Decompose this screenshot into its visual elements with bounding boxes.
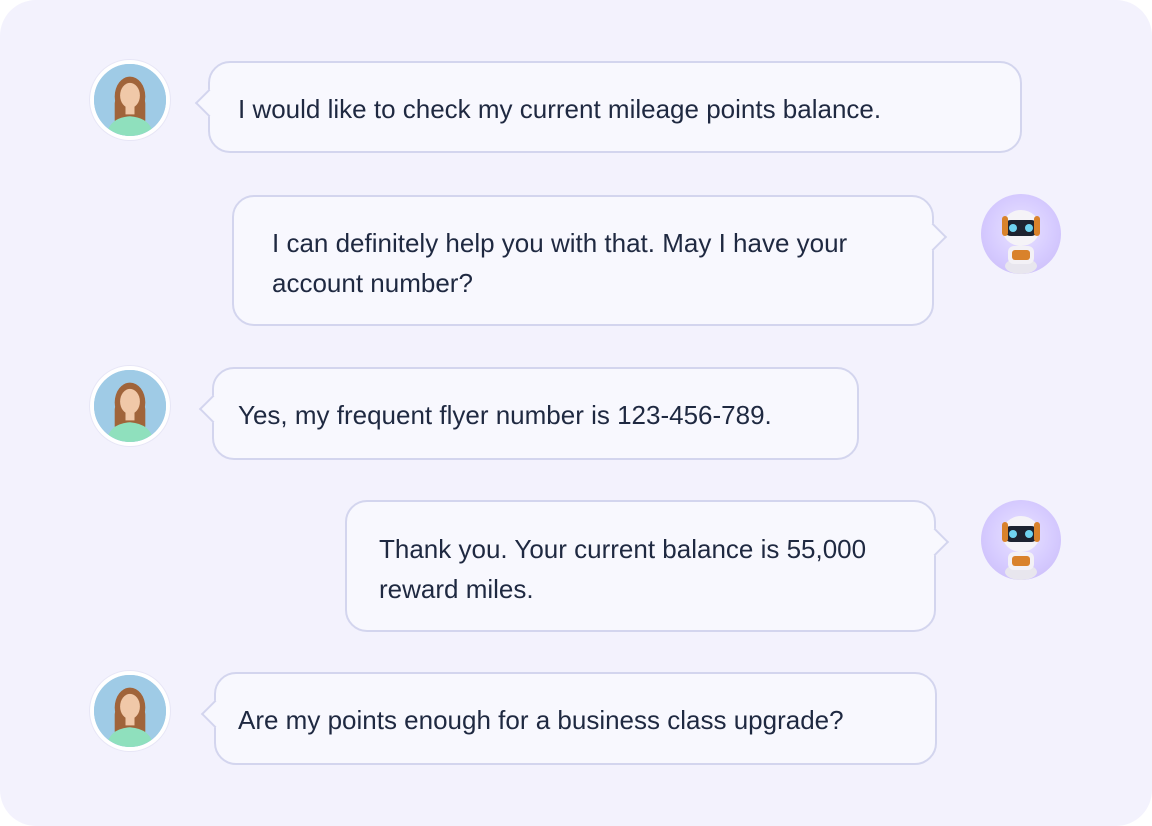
user-avatar: [90, 671, 170, 751]
message-text: I would like to check my current mileage…: [238, 94, 882, 124]
user-photo-icon: [94, 370, 166, 442]
user-message-bubble: Are my points enough for a business clas…: [200, 672, 937, 765]
message-text: Are my points enough for a business clas…: [238, 705, 844, 735]
user-avatar: [90, 366, 170, 446]
user-message-bubble: I would like to check my current mileage…: [194, 61, 1022, 153]
robot-icon: [1002, 516, 1040, 580]
assistant-avatar: [981, 500, 1061, 580]
chat-panel: I would like to check my current mileage…: [0, 0, 1152, 826]
robot-icon: [1002, 210, 1040, 274]
user-avatar: [90, 60, 170, 140]
message-text: Thank you. Your current balance is 55,00…: [379, 534, 867, 604]
user-message-bubble: Yes, my frequent flyer number is 123-456…: [198, 367, 859, 460]
message-text: Yes, my frequent flyer number is 123-456…: [238, 400, 772, 430]
user-photo-icon: [94, 675, 166, 747]
assistant-message-bubble: I can definitely help you with that. May…: [232, 195, 948, 326]
assistant-avatar: [981, 194, 1061, 274]
message-text: I can definitely help you with that. May…: [272, 228, 848, 298]
assistant-message-bubble: Thank you. Your current balance is 55,00…: [345, 500, 950, 632]
user-photo-icon: [94, 64, 166, 136]
